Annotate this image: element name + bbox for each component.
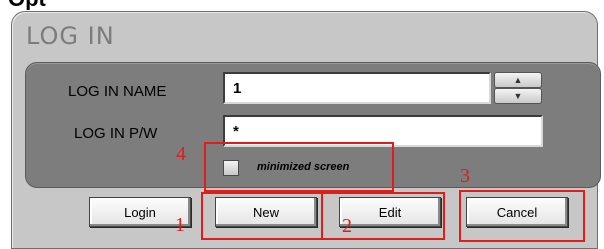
login-name-label: LOG IN NAME xyxy=(68,83,167,100)
login-password-label: LOG IN P/W xyxy=(74,125,158,142)
annotation-box-3 xyxy=(459,190,585,242)
annotation-box-1 xyxy=(201,192,323,240)
annotation-number-2: 2 xyxy=(342,215,352,237)
cropped-header-text: Opt xyxy=(0,0,90,10)
spin-down-icon[interactable]: ▼ xyxy=(494,88,542,104)
annotation-box-4 xyxy=(204,142,394,192)
login-name-field[interactable]: 1 xyxy=(223,72,491,104)
annotation-number-3: 3 xyxy=(460,165,470,187)
annotation-number-4: 4 xyxy=(176,143,186,165)
annotation-box-2 xyxy=(321,192,445,240)
name-spinner[interactable]: ▲ ▼ xyxy=(494,72,542,104)
annotation-number-1: 1 xyxy=(175,214,185,236)
spin-up-icon[interactable]: ▲ xyxy=(494,72,542,88)
dialog-title: LOG IN xyxy=(26,22,115,50)
cropped-header-text-fragment: Opt xyxy=(8,0,46,10)
